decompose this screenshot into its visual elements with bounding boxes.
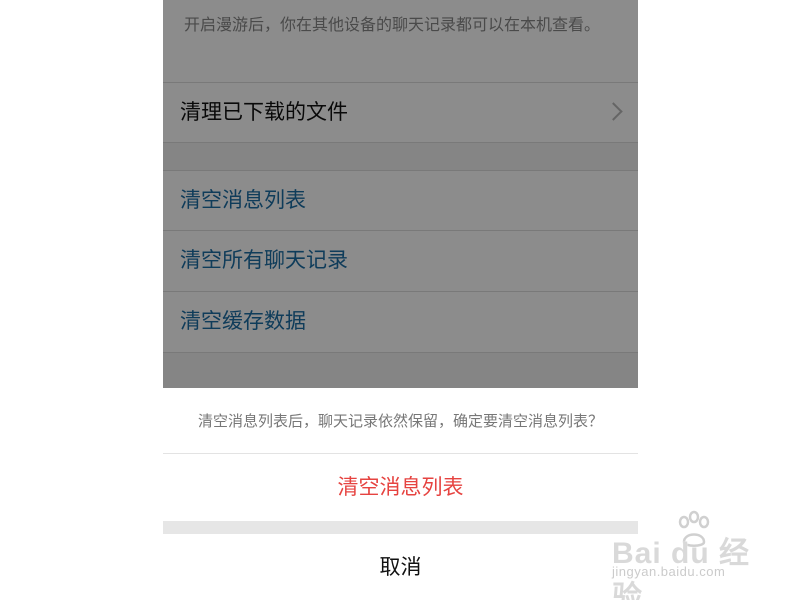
- action-sheet-divider: [163, 521, 638, 534]
- dim-overlay[interactable]: [163, 0, 638, 388]
- baidu-jingyan-watermark: Bai du 经验 jingyan.baidu.com: [612, 510, 762, 600]
- watermark-url: jingyan.baidu.com: [612, 564, 726, 579]
- phone-screen: 开启漫游后，你在其他设备的聊天记录都可以在本机查看。 清理已下载的文件 清空消息…: [163, 0, 638, 600]
- action-sheet-message: 清空消息列表后，聊天记录依然保留，确定要清空消息列表？: [163, 388, 638, 454]
- confirm-clear-message-list-button[interactable]: 清空消息列表: [163, 454, 638, 521]
- screen: 开启漫游后，你在其他设备的聊天记录都可以在本机查看。 清理已下载的文件 清空消息…: [0, 0, 800, 600]
- action-sheet: 清空消息列表后，聊天记录依然保留，确定要清空消息列表？ 清空消息列表 取消: [163, 388, 638, 600]
- cancel-button[interactable]: 取消: [163, 534, 638, 600]
